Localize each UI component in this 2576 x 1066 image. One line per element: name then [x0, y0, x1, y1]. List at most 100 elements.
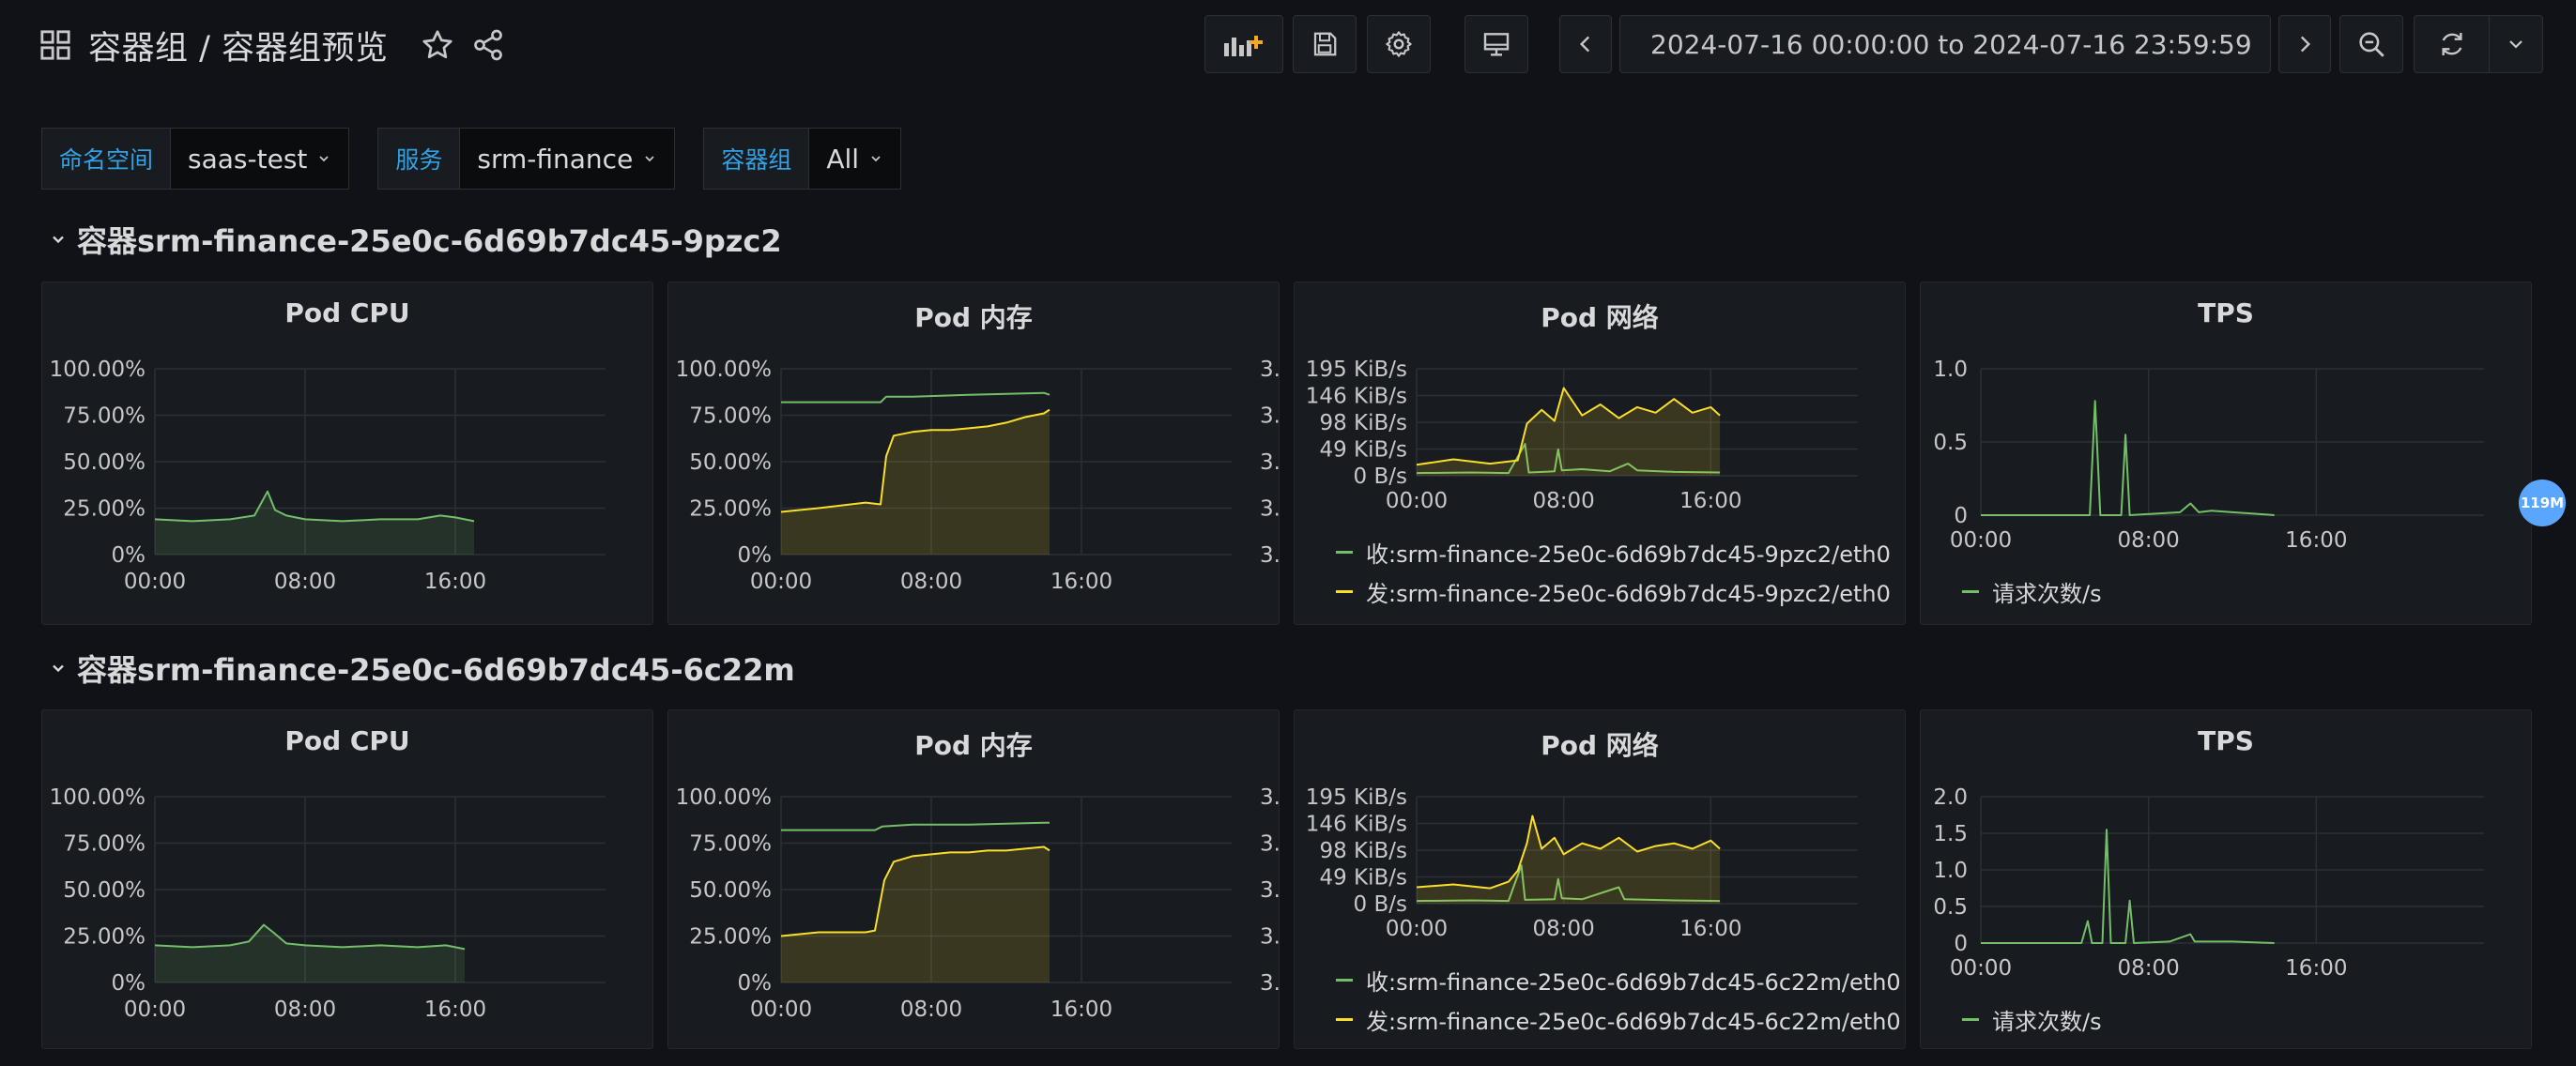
panel-tps[interactable]: TPS 2.0 1.5 1.0 0.5 0 00:00 08:00 16:00 请求次数/s: [1920, 709, 2532, 1049]
x-tick-label: 08:00: [1533, 489, 1595, 513]
legend-item-requests[interactable]: 请求次数/s: [1962, 575, 2102, 608]
x-tick-label: 08:00: [274, 997, 336, 1022]
y-tick-label: 98 KiB/s: [1319, 411, 1407, 435]
chart-r0-cpu: 100.00% 75.00% 50.00% 25.00% 0%00:00 08:00 16:…: [50, 358, 606, 594]
dashboard-settings-button[interactable]: [1367, 15, 1431, 73]
template-variables: 命名空间 saas-test 服务 srm-finance 容器组 All: [41, 128, 929, 190]
panel-pod-memory[interactable]: Pod 内存 100.00%3.54 GiB75.00%3.45 GiB50.0…: [667, 282, 1280, 625]
legend-swatch: [1962, 590, 1979, 593]
panel-pod-cpu[interactable]: Pod CPU 100.00% 75.00% 50.00% 25.00% 0% 00:00…: [41, 282, 653, 625]
x-tick-label: 08:00: [1533, 917, 1595, 941]
y-tick-label: 75.00%: [689, 404, 772, 429]
chart-r1-tps: 2.0 1.5 1.0 0.5 000:00 08:00 16:00: [1933, 785, 2484, 981]
y-tick-label: 75.00%: [689, 832, 772, 857]
x-tick-label: 00:00: [1386, 489, 1448, 513]
y-tick-label: 195 KiB/s: [1306, 785, 1407, 810]
x-tick-label: 00:00: [124, 997, 186, 1022]
x-tick-label: 00:00: [124, 570, 186, 594]
x-tick-label: 16:00: [2285, 528, 2347, 553]
time-shift-back-button[interactable]: [1559, 15, 1612, 73]
legend-label: 请求次数/s: [1992, 581, 2102, 607]
star-icon[interactable]: [421, 28, 454, 62]
panel-tps[interactable]: TPS 1.0 0.5 0 00:00 08:00 16:00 请求次数/s: [1920, 282, 2532, 625]
legend-item-requests[interactable]: 请求次数/s: [1962, 1003, 2102, 1036]
chevron-down-icon: [319, 156, 330, 162]
y-tick-label: 2.0: [1933, 785, 1968, 810]
legend-item-rx[interactable]: 收:srm-finance-25e0c-6d69b7dc45-9pzc2/eth…: [1336, 536, 1891, 569]
variable-select-namespace[interactable]: saas-test: [171, 128, 350, 190]
refresh-interval-dropdown[interactable]: [2489, 15, 2543, 73]
page-title[interactable]: 容器组 / 容器组预览: [88, 22, 389, 69]
y-tick-label: 25.00%: [63, 497, 146, 522]
zoom-out-button[interactable]: [2339, 15, 2403, 73]
y2-tick-label: 3.35 GiB: [1260, 878, 1280, 903]
variable-value: saas-test: [188, 143, 308, 175]
chevron-down-icon: [645, 156, 654, 162]
y-tick-label: 146 KiB/s: [1306, 813, 1407, 837]
legend-item-rx[interactable]: 收:srm-finance-25e0c-6d69b7dc45-6c22m/eth…: [1336, 964, 1901, 997]
variable-label-service: 服务: [377, 128, 461, 190]
time-shift-forward-button[interactable]: [2278, 15, 2331, 73]
x-tick-label: 16:00: [2285, 956, 2347, 981]
chevron-down-icon: [871, 156, 881, 162]
y-tick-label: 0: [1954, 932, 1968, 956]
y-tick-label: 0 B/s: [1354, 892, 1407, 917]
tv-mode-button[interactable]: [1464, 15, 1528, 73]
refresh-icon: [2441, 33, 2462, 55]
series-line: [1981, 829, 2275, 944]
row-header[interactable]: 容器srm-finance-25e0c-6d69b7dc45-9pzc2: [49, 218, 782, 261]
y-tick-label: 25.00%: [63, 925, 146, 950]
y-tick-label: 0%: [738, 543, 773, 568]
y-tick-label: 100.00%: [676, 785, 772, 810]
x-tick-label: 16:00: [1679, 489, 1741, 513]
y-tick-label: 0 B/s: [1354, 464, 1407, 489]
series-line: [154, 923, 466, 951]
save-icon: [1313, 32, 1337, 56]
y-tick-label: 98 KiB/s: [1319, 839, 1407, 863]
y2-tick-label: 3.17 GiB: [1260, 971, 1280, 996]
panel-pod-network[interactable]: Pod 网络 195 KiB/s 146 KiB/s 98 KiB/s 49 KiB/…: [1294, 282, 1906, 625]
chevron-down-icon: [53, 236, 64, 244]
variable-select-pod[interactable]: All: [809, 128, 902, 190]
legend-item-tx[interactable]: 发:srm-finance-25e0c-6d69b7dc45-9pzc2/eth…: [1336, 575, 1891, 608]
dashboards-grid-icon[interactable]: [39, 29, 71, 61]
y2-tick-label: 3.45 GiB: [1260, 404, 1280, 429]
legend-item-tx[interactable]: 发:srm-finance-25e0c-6d69b7dc45-6c22m/eth…: [1336, 1003, 1901, 1036]
x-tick-label: 16:00: [424, 997, 486, 1022]
y-tick-label: 0.5: [1933, 895, 1968, 920]
x-tick-label: 00:00: [750, 570, 812, 594]
variable-select-service[interactable]: srm-finance: [460, 128, 676, 190]
variable-value: All: [826, 143, 860, 175]
y-tick-label: 75.00%: [63, 404, 146, 429]
y-tick-label: 0: [1954, 504, 1968, 528]
refresh-button[interactable]: [2414, 15, 2489, 73]
y2-tick-label: 3.54 GiB: [1260, 785, 1280, 810]
x-tick-label: 00:00: [750, 997, 812, 1022]
x-tick-label: 00:00: [1386, 917, 1448, 941]
y-tick-label: 0%: [112, 971, 146, 996]
y-tick-label: 25.00%: [689, 497, 772, 522]
y-tick-label: 146 KiB/s: [1306, 385, 1407, 409]
legend-swatch: [1336, 551, 1353, 554]
series-area: [781, 846, 1050, 982]
y-tick-label: 1.5: [1933, 822, 1968, 846]
panel-pod-network[interactable]: Pod 网络 195 KiB/s 146 KiB/s 98 KiB/s 49 KiB/…: [1294, 709, 1906, 1049]
panel-pod-cpu[interactable]: Pod CPU 100.00% 75.00% 50.00% 25.00% 0% 00:00…: [41, 709, 653, 1049]
legend-label: 收:srm-finance-25e0c-6d69b7dc45-9pzc2/eth…: [1366, 541, 1891, 568]
y-tick-label: 49 KiB/s: [1319, 866, 1407, 891]
y-tick-label: 0.5: [1933, 431, 1968, 455]
legend-swatch: [1336, 979, 1353, 982]
zoom-out-icon: [2359, 32, 2384, 57]
x-tick-label: 16:00: [424, 570, 486, 594]
x-tick-label: 00:00: [1950, 956, 2012, 981]
variable-value: srm-finance: [477, 143, 634, 175]
add-panel-button[interactable]: [1204, 15, 1283, 73]
y-tick-label: 1.0: [1933, 358, 1968, 382]
time-picker[interactable]: 2024-07-16 00:00:00 to 2024-07-16 23:59:…: [1619, 15, 2271, 73]
save-dashboard-button[interactable]: [1293, 15, 1357, 73]
share-icon[interactable]: [471, 28, 505, 62]
panel-pod-memory[interactable]: Pod 内存 100.00%3.54 GiB75.00%3.45 GiB50.0…: [667, 709, 1280, 1049]
memory-badge[interactable]: 119M: [2519, 480, 2566, 526]
row-title: 容器srm-finance-25e0c-6d69b7dc45-6c22m: [77, 652, 795, 688]
row-header[interactable]: 容器srm-finance-25e0c-6d69b7dc45-6c22m: [49, 647, 795, 690]
